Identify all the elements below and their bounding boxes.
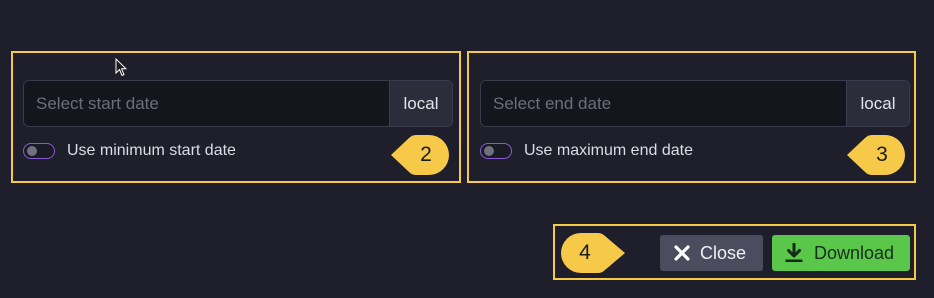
max-end-date-toggle[interactable] [480, 143, 512, 159]
min-start-date-label: Use minimum start date [67, 142, 236, 159]
start-timezone-addon[interactable]: local [389, 81, 452, 126]
start-date-section: local Use minimum start date 2 [11, 51, 461, 183]
download-button-label: Download [814, 242, 895, 263]
mouse-pointer-icon [115, 57, 128, 82]
date-range-dialog: local Use minimum start date 2 local Use… [0, 0, 934, 298]
callout-number: 4 [579, 241, 591, 264]
close-button[interactable]: Close [660, 235, 763, 271]
end-date-input[interactable] [481, 81, 846, 126]
actions-section: 4 Close Download [553, 224, 916, 280]
max-end-toggle-row: Use maximum end date [480, 142, 693, 160]
end-date-section: local Use maximum end date 3 [467, 51, 916, 183]
callout-badge-2: 2 [389, 135, 449, 175]
min-start-toggle-row: Use minimum start date [23, 142, 236, 160]
callout-number: 3 [876, 143, 888, 166]
callout-badge-4: 4 [561, 233, 625, 273]
end-timezone-addon[interactable]: local [846, 81, 909, 126]
start-date-input[interactable] [24, 81, 389, 126]
x-icon [674, 245, 690, 261]
download-icon [784, 243, 804, 263]
callout-badge-3: 3 [845, 135, 905, 175]
start-date-input-group: local [23, 80, 453, 127]
min-start-date-toggle[interactable] [23, 143, 55, 159]
download-button[interactable]: Download [772, 235, 910, 271]
end-date-input-group: local [480, 80, 910, 127]
toggle-knob [484, 146, 494, 156]
callout-number: 2 [420, 143, 432, 166]
close-button-label: Close [700, 242, 747, 263]
max-end-date-label: Use maximum end date [524, 142, 693, 159]
toggle-knob [27, 146, 37, 156]
